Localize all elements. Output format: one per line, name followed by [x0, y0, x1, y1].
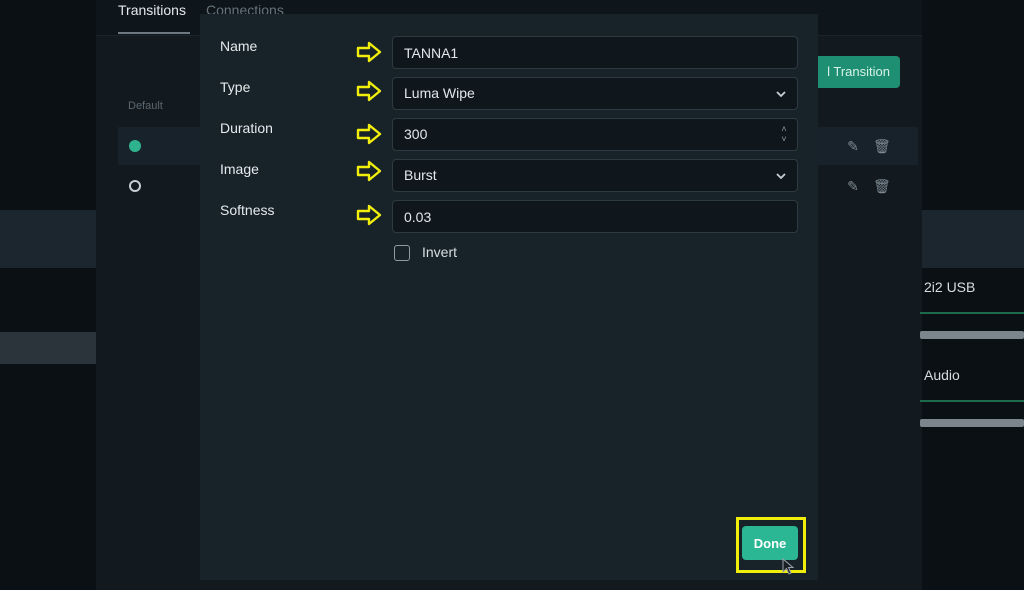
- image-label: Image: [220, 161, 259, 177]
- transition-settings-modal: Name Type Luma Wipe Duration 300 ˄ ˅ Ima…: [200, 14, 818, 580]
- invert-label: Invert: [422, 244, 458, 260]
- duration-label: Duration: [220, 120, 273, 136]
- chevron-down-icon: [776, 91, 786, 98]
- arrow-right-icon: [356, 41, 382, 63]
- arrow-right-icon: [356, 80, 382, 102]
- volume-slider[interactable]: [920, 419, 1024, 427]
- meter-line: [920, 400, 1024, 402]
- chevron-down-icon: [776, 173, 786, 180]
- volume-slider[interactable]: [920, 331, 1024, 339]
- bg-strip: [920, 210, 1024, 268]
- trash-icon[interactable]: 🗑: [873, 138, 891, 154]
- screen: Transitions Connections Default l Transi…: [0, 0, 1024, 590]
- mouse-cursor-icon: [782, 557, 795, 575]
- add-transition-button[interactable]: l Transition: [812, 56, 900, 88]
- tab-transitions[interactable]: Transitions: [118, 2, 186, 18]
- trash-icon[interactable]: 🗑: [873, 178, 891, 194]
- source-label: 2i2 USB: [924, 279, 976, 295]
- default-column-header: Default: [128, 100, 163, 112]
- source-label: Audio: [924, 367, 960, 383]
- meter-line: [920, 312, 1024, 314]
- softness-field[interactable]: [392, 200, 798, 233]
- bg-strip: [0, 332, 96, 364]
- edit-icon[interactable]: ✎: [845, 178, 861, 194]
- invert-checkbox[interactable]: [394, 245, 410, 261]
- duration-value: 300: [404, 126, 428, 142]
- type-select[interactable]: Luma Wipe: [392, 77, 798, 110]
- stepper-down-icon[interactable]: ˅: [779, 134, 789, 144]
- duration-field[interactable]: 300 ˄ ˅: [392, 118, 798, 151]
- type-label: Type: [220, 79, 251, 95]
- arrow-right-icon: [356, 204, 382, 226]
- active-tab-indicator: [118, 32, 190, 34]
- arrow-right-icon: [356, 123, 382, 145]
- default-radio[interactable]: [129, 180, 141, 192]
- default-radio-selected[interactable]: [129, 140, 141, 152]
- name-label: Name: [220, 38, 258, 54]
- duration-stepper[interactable]: ˄ ˅: [779, 124, 789, 146]
- type-selected-value: Luma Wipe: [404, 85, 475, 101]
- image-select[interactable]: Burst: [392, 159, 798, 192]
- name-field[interactable]: [392, 36, 798, 69]
- bg-strip: [0, 210, 100, 268]
- stepper-up-icon[interactable]: ˄: [779, 124, 789, 134]
- image-selected-value: Burst: [404, 167, 437, 183]
- done-button[interactable]: Done: [742, 526, 798, 560]
- softness-label: Softness: [220, 202, 275, 218]
- edit-icon[interactable]: ✎: [845, 138, 861, 154]
- arrow-right-icon: [356, 160, 382, 182]
